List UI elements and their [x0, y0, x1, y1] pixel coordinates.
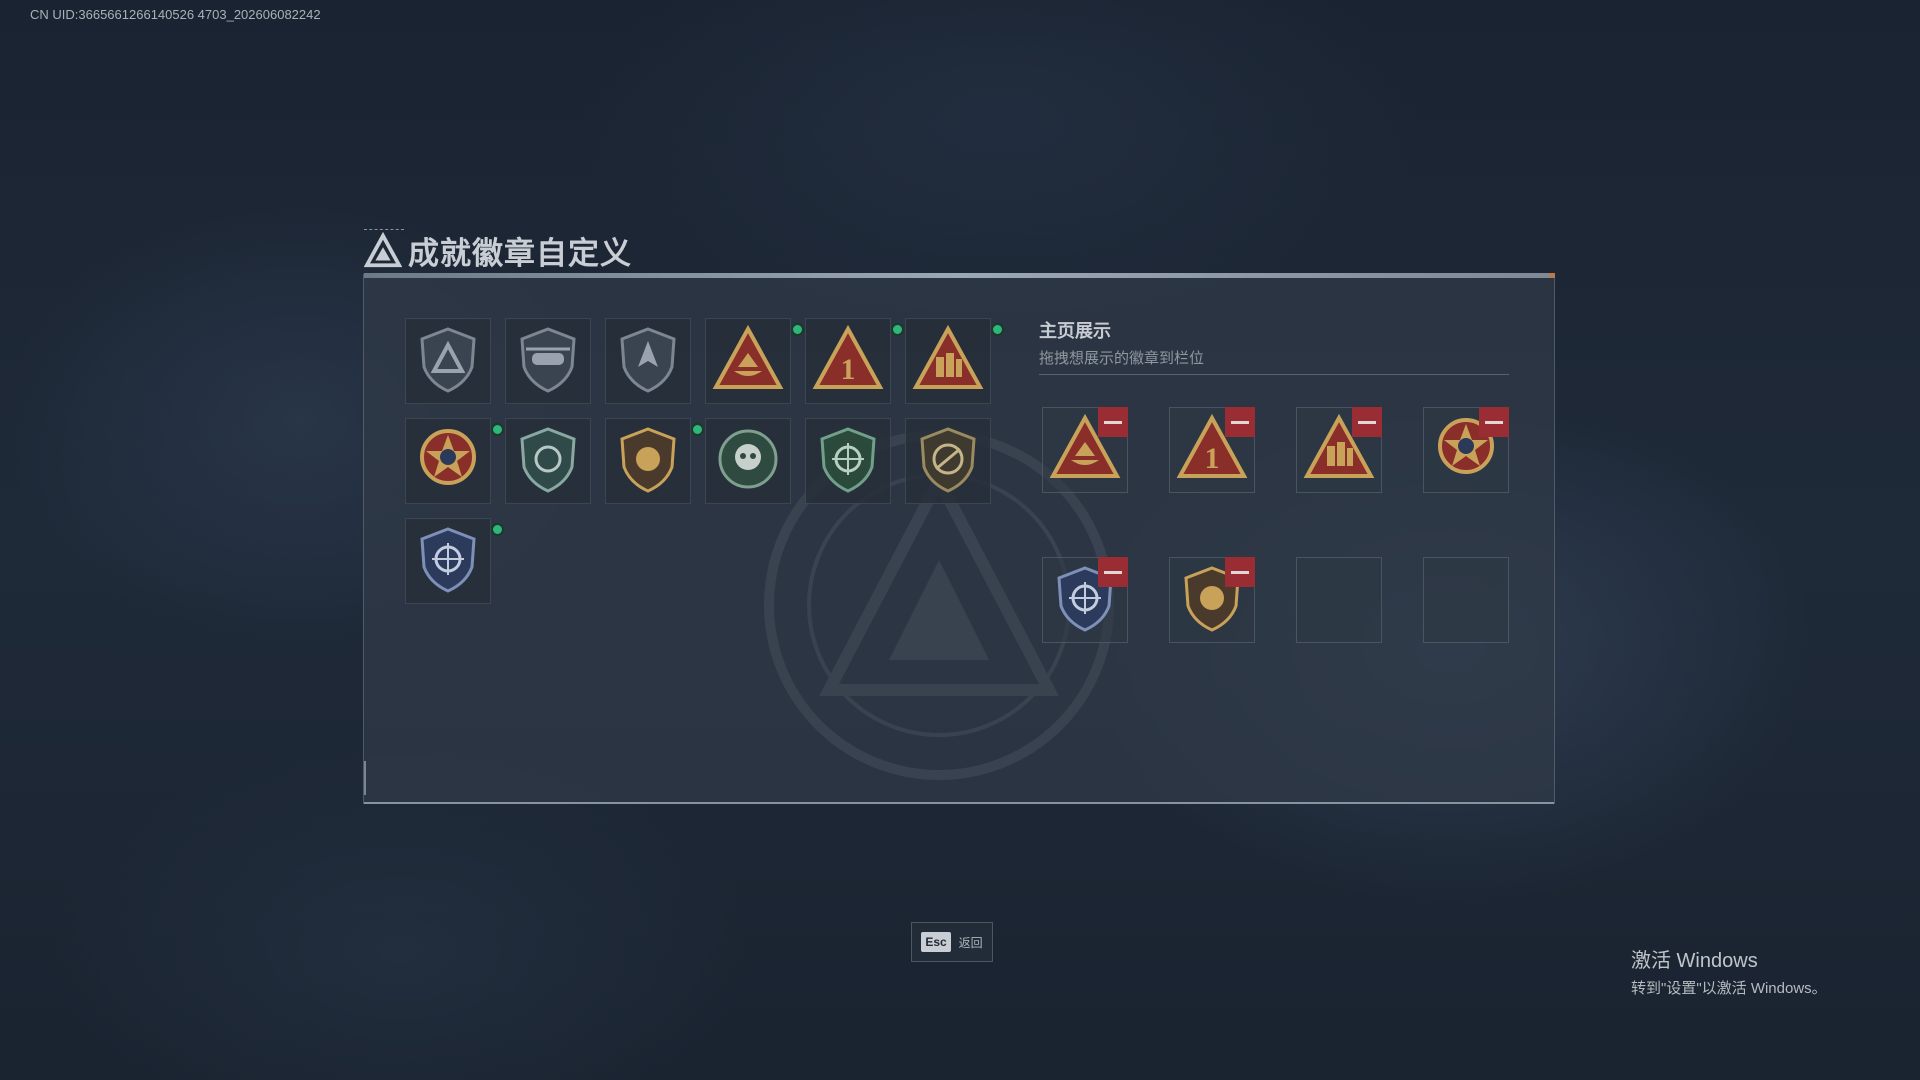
crosshair-blue-badge-icon [412, 523, 484, 600]
remove-badge-button[interactable] [1352, 407, 1382, 437]
badge-slot[interactable] [405, 418, 504, 504]
minus-icon [1104, 570, 1122, 574]
badge-slot[interactable] [705, 418, 791, 504]
windows-activation-subtitle: 转到"设置"以激活 Windows。 [1631, 980, 1827, 997]
helicopter-badge-icon [512, 323, 584, 400]
badge-slot[interactable] [605, 318, 691, 404]
svg-text:1: 1 [1205, 442, 1220, 475]
showcase-slot[interactable] [1423, 407, 1509, 493]
badge-slot[interactable] [505, 418, 591, 504]
badge-slot[interactable] [705, 318, 804, 404]
crosshair-green-badge-icon [812, 423, 884, 500]
showcase-title: 主页展示 [1039, 321, 1111, 341]
badge-slot[interactable] [905, 318, 1004, 404]
windows-activation-title: 激活 Windows [1631, 950, 1758, 972]
badge-slot[interactable]: 1 [805, 318, 904, 404]
new-indicator-dot [791, 323, 804, 336]
showcase-slot[interactable] [1296, 557, 1382, 643]
remove-badge-button[interactable] [1225, 407, 1255, 437]
showcase-subtitle: 拖拽想展示的徽章到栏位 [1039, 350, 1205, 367]
rifle-shield-badge-icon [912, 423, 984, 500]
remove-badge-button[interactable] [1098, 557, 1128, 587]
new-indicator-dot [491, 523, 504, 536]
shield-triangle-badge-icon [412, 323, 484, 400]
remove-badge-button[interactable] [1098, 407, 1128, 437]
panel-top-bar-accent [1549, 273, 1555, 278]
showcase-slot[interactable] [1042, 557, 1128, 643]
new-indicator-dot [691, 423, 704, 436]
back-label: 返回 [958, 935, 983, 950]
new-indicator-dot [991, 323, 1004, 336]
badge-slot[interactable] [405, 318, 491, 404]
showcase-divider [1039, 374, 1509, 375]
panel-top-bar [364, 273, 1554, 278]
showcase-header: 主页展示 拖拽想展示的徽章到栏位 [1039, 317, 1204, 368]
showcase-slot[interactable]: 1 [1169, 407, 1255, 493]
badge-slot[interactable] [605, 418, 704, 504]
soldiers-triangle-badge-icon [912, 323, 984, 400]
svg-text:1: 1 [841, 353, 856, 386]
badge-slot[interactable] [405, 518, 504, 604]
panel-corner-bracket [364, 761, 366, 795]
minus-icon [1358, 420, 1376, 424]
badge-slot[interactable] [505, 318, 591, 404]
uid-text: CN UID:3665661266140526 4703_20260608224… [30, 7, 321, 22]
star-medal-badge-icon [412, 423, 484, 500]
skull-wreath-badge-icon [712, 423, 784, 500]
windows-activation-watermark: 激活 Windows 转到"设置"以激活 Windows。 [1631, 944, 1827, 998]
lion-shield-badge-icon [612, 423, 684, 500]
showcase-slot[interactable] [1296, 407, 1382, 493]
number-one-triangle-badge-icon: 1 [812, 323, 884, 400]
back-button[interactable]: Esc 返回 [911, 922, 993, 962]
minus-icon [1104, 420, 1122, 424]
green-shield-badge-icon [512, 423, 584, 500]
triangle-logo-icon [364, 231, 402, 267]
page-title-group: 成就徽章自定义 [364, 228, 632, 273]
remove-badge-button[interactable] [1225, 557, 1255, 587]
badge-slot[interactable] [805, 418, 891, 504]
arrow-shield-badge-icon [612, 323, 684, 400]
esc-key-hint: Esc [921, 932, 951, 952]
showcase-slot[interactable] [1169, 557, 1255, 643]
minus-icon [1231, 420, 1249, 424]
new-indicator-dot [891, 323, 904, 336]
page-title: 成就徽章自定义 [408, 236, 632, 271]
badge-customize-panel: 1 主页展示 拖拽想展示的徽章到栏位 1 [363, 273, 1555, 804]
showcase-slot[interactable] [1042, 407, 1128, 493]
boat-triangle-badge-icon [712, 323, 784, 400]
new-indicator-dot [491, 423, 504, 436]
remove-badge-button[interactable] [1479, 407, 1509, 437]
badge-slot[interactable] [905, 418, 991, 504]
showcase-slot[interactable] [1423, 557, 1509, 643]
minus-icon [1231, 570, 1249, 574]
panel-bottom-line [364, 802, 1554, 804]
minus-icon [1485, 420, 1503, 424]
